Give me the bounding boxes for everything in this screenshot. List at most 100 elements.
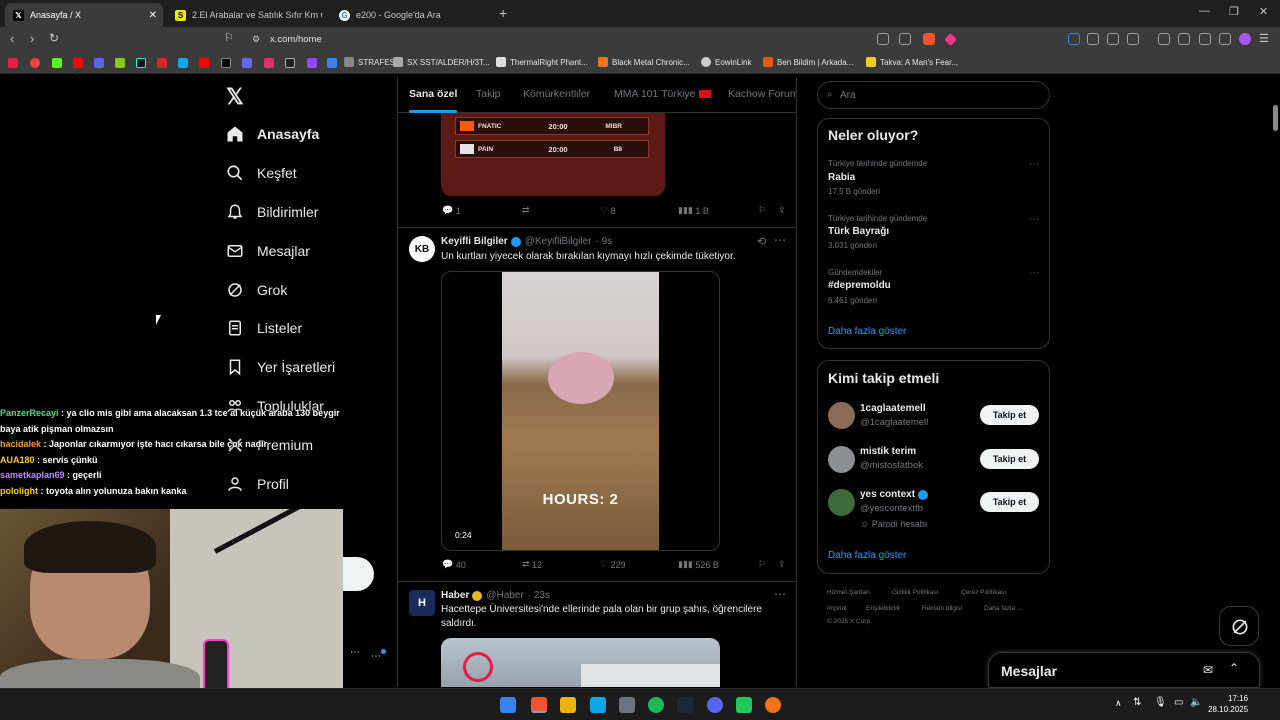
reply-button[interactable]: 💬 1: [442, 205, 522, 216]
nav-item-bookmarks[interactable]: Yer İşaretleri: [226, 358, 335, 376]
kick-icon[interactable]: [52, 58, 62, 68]
footer-link[interactable]: Reklam bilgisi: [922, 605, 962, 612]
network-icon[interactable]: ⇅: [1133, 697, 1141, 708]
tab-kachow-forum[interactable]: Kachow Forum: [728, 88, 796, 100]
close-tab-icon[interactable]: ✕: [149, 10, 157, 21]
more-icon[interactable]: ⋯: [1029, 214, 1039, 225]
bookmark-takva[interactable]: Takva: A Man's Fear...: [866, 57, 958, 67]
site-info-icon[interactable]: ⚙: [252, 34, 260, 45]
spotify-icon[interactable]: [648, 697, 664, 713]
footer-link[interactable]: Hizmet Şartları: [827, 589, 870, 596]
share-icon[interactable]: [899, 33, 911, 45]
bookmark-thermalright[interactable]: ThermalRight Phant...: [496, 57, 588, 67]
grok-button[interactable]: [1219, 606, 1259, 646]
bookmark-icon[interactable]: [285, 58, 295, 68]
nav-item-home[interactable]: Anasayfa: [226, 125, 319, 143]
menu-icon[interactable]: ☰: [1259, 32, 1269, 45]
bookmark-eowinlink[interactable]: EowinLink: [701, 57, 751, 67]
messages-drawer[interactable]: Mesajlar ✉ ⌃: [988, 652, 1260, 688]
follow-button[interactable]: Takip et: [980, 492, 1039, 512]
new-tab-button[interactable]: +: [499, 5, 507, 21]
more-icon[interactable]: ⋯: [350, 647, 360, 658]
discord-icon[interactable]: [707, 697, 723, 713]
tray-arrow-icon[interactable]: ∧: [1115, 698, 1122, 709]
post-author[interactable]: Keyifli Bilgiler @KeyifliBilgiler · 9s: [441, 236, 612, 247]
app-icon[interactable]: [619, 697, 635, 713]
leo-ai-icon[interactable]: [1199, 33, 1211, 45]
bookmark-icon[interactable]: [94, 58, 104, 68]
bookmark-icon[interactable]: [242, 58, 252, 68]
twitch-icon[interactable]: [307, 58, 317, 68]
share-icon[interactable]: ⇪: [778, 559, 786, 570]
close-window-button[interactable]: ✕: [1259, 5, 1268, 18]
more-icon[interactable]: ⋯: [1029, 268, 1039, 279]
footer-link[interactable]: Erişilebilirlik: [866, 605, 900, 612]
bookmark-icon[interactable]: [115, 58, 125, 68]
volume-icon[interactable]: 🔈: [1190, 697, 1202, 708]
bookmark-icon[interactable]: [30, 58, 40, 68]
mic-tray-icon[interactable]: 🎙: [1154, 697, 1167, 708]
show-more-link[interactable]: Daha fazla göster: [828, 550, 906, 561]
footer-link[interactable]: Çerez Politikası: [961, 589, 1006, 596]
profile-icon[interactable]: [1239, 33, 1251, 45]
bookmark-black-metal[interactable]: Black Metal Chronic...: [598, 57, 690, 67]
obs-icon[interactable]: [765, 697, 781, 713]
bookmark-icon[interactable]: [327, 58, 337, 68]
scrollbar-thumb[interactable]: [1273, 105, 1278, 131]
cast-icon[interactable]: [877, 33, 889, 45]
account-menu-icon[interactable]: ⋯: [371, 651, 381, 662]
tab-komurkentliler[interactable]: Kömürkentliler: [523, 88, 590, 100]
repost-button[interactable]: ⇄ 12: [522, 559, 600, 570]
post-author[interactable]: Haber @Haber · 23s: [441, 590, 550, 601]
extension-icon[interactable]: [1107, 33, 1119, 45]
repost-button[interactable]: ⇄: [522, 205, 600, 216]
nav-item-notifications[interactable]: Bildirimler: [226, 203, 318, 221]
forward-button[interactable]: ›: [30, 31, 34, 46]
new-message-icon[interactable]: ✉: [1203, 663, 1213, 677]
tab-mma-101[interactable]: MMA 101 Türkiye: [614, 88, 711, 100]
more-icon[interactable]: ⋯: [774, 587, 786, 601]
more-icon[interactable]: ⋯: [1029, 159, 1039, 170]
nav-item-messages[interactable]: Mesajlar: [226, 242, 310, 260]
x-logo[interactable]: 𝕏: [226, 84, 244, 110]
steam-icon[interactable]: [677, 697, 693, 713]
restore-button[interactable]: ❐: [1229, 5, 1239, 18]
youtube-icon[interactable]: [199, 58, 209, 68]
avatar[interactable]: KB: [409, 236, 435, 262]
follow-button[interactable]: Takip et: [980, 405, 1039, 425]
back-button[interactable]: ‹: [10, 31, 14, 46]
bookmark-icon[interactable]: [8, 58, 18, 68]
sidebar-icon[interactable]: [1158, 33, 1170, 45]
minimize-button[interactable]: —: [1199, 5, 1210, 17]
footer-link[interactable]: Imprint: [827, 605, 847, 612]
x-icon[interactable]: [221, 58, 231, 68]
nav-item-grok[interactable]: Grok: [226, 281, 287, 299]
post-image[interactable]: [441, 638, 720, 687]
avatar[interactable]: H: [409, 590, 435, 616]
bookmark-icon[interactable]: ⚐: [758, 205, 778, 216]
photos-icon[interactable]: [590, 697, 606, 713]
follow-button[interactable]: Takip et: [980, 449, 1039, 469]
wallet-icon[interactable]: [1178, 33, 1190, 45]
footer-link[interactable]: Gizlilik Politikası: [892, 589, 939, 596]
tab-google-search[interactable]: G e200 - Google'da Ara: [331, 3, 491, 27]
scrollbar[interactable]: [1270, 77, 1280, 687]
bookmark-ben-bildim[interactable]: Ben Bildim | Arkada...: [763, 57, 853, 67]
tab-x-home[interactable]: 𝕏 Anasayfa / X ✕: [5, 3, 163, 27]
address-bar[interactable]: ⚙ x.com/home: [244, 29, 964, 50]
brave-browser-icon[interactable]: [531, 697, 547, 713]
windows-start-icon[interactable]: [500, 697, 516, 713]
tab-for-you[interactable]: Sana özel: [409, 88, 458, 113]
nav-item-explore[interactable]: Keşfet: [226, 164, 297, 182]
nav-item-lists[interactable]: Listeler: [226, 319, 302, 337]
more-icon[interactable]: ⋯: [774, 233, 786, 247]
share-icon[interactable]: ⇪: [778, 205, 786, 216]
footer-link[interactable]: Daha fazla ...: [984, 605, 1022, 612]
brave-shields-icon[interactable]: [923, 33, 935, 45]
like-button[interactable]: ♡ 8: [600, 205, 678, 216]
monitor-icon[interactable]: ▭: [1174, 697, 1183, 708]
bookmark-icon[interactable]: [178, 58, 188, 68]
tiktok-icon[interactable]: [136, 58, 146, 68]
system-clock[interactable]: 17:16 28.10.2025: [1208, 693, 1248, 715]
reload-button[interactable]: ↻: [49, 31, 59, 45]
